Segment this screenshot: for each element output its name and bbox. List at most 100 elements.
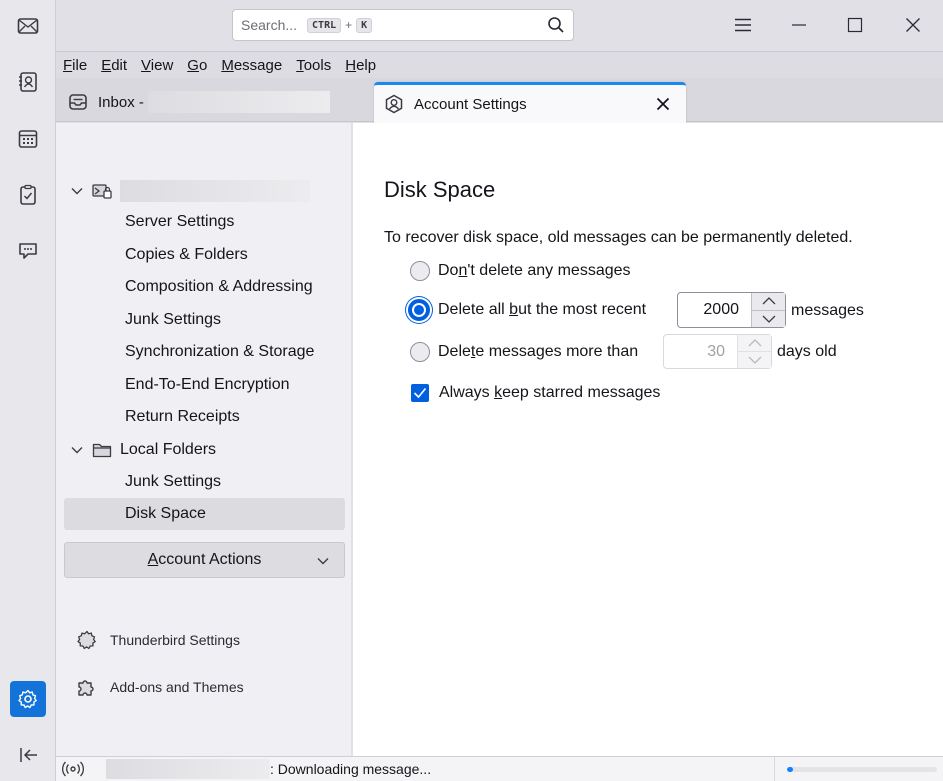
tree-item-composition-addressing[interactable]: Composition & Addressing: [64, 271, 345, 303]
days-old-suffix: days old: [777, 343, 837, 360]
gear-icon: [77, 630, 96, 650]
tab-account-settings-label: Account Settings: [414, 95, 527, 113]
settings-space-button[interactable]: [10, 681, 46, 717]
mail-space-button[interactable]: [10, 8, 46, 44]
menu-help[interactable]: Help: [345, 57, 376, 74]
tree-account[interactable]: [64, 175, 345, 207]
maximize-icon: [847, 17, 863, 33]
chevron-up-icon: [762, 297, 775, 305]
account-tree-sidebar: Server Settings Copies & Folders Composi…: [56, 123, 352, 756]
chevron-up-icon: [748, 339, 761, 347]
chevron-down-icon: [317, 558, 329, 565]
decrement-button[interactable]: [752, 310, 785, 327]
progress-fill: [787, 767, 793, 772]
hamburger-menu-icon: [735, 18, 751, 32]
keep-starred-label: Always keep starred messages: [439, 384, 661, 401]
tree-item-synchronization-storage[interactable]: Synchronization & Storage: [64, 336, 345, 368]
gear-icon: [18, 689, 37, 709]
tab-inbox-label: Inbox -: [98, 93, 144, 111]
spaces-toolbar: [0, 0, 56, 781]
progress-area: [774, 757, 943, 781]
radio-button[interactable]: [410, 261, 430, 281]
tasks-space-button[interactable]: [10, 177, 46, 213]
thunderbird-settings-label: Thunderbird Settings: [110, 632, 240, 648]
checkmark-icon: [413, 387, 427, 399]
thunderbird-settings-link[interactable]: Thunderbird Settings: [76, 627, 240, 653]
status-text: : Downloading message...: [270, 761, 432, 777]
disk-space-pane: Disk Space To recover disk space, old me…: [353, 123, 943, 756]
page-title: Disk Space: [384, 177, 496, 202]
chevron-down-icon[interactable]: [70, 184, 84, 198]
address-book-icon: [19, 72, 37, 92]
chevron-down-icon: [762, 315, 775, 323]
tree-item-server-settings[interactable]: Server Settings: [64, 206, 345, 238]
search-placeholder: Search...: [241, 17, 298, 33]
minimize-button[interactable]: [786, 12, 812, 38]
radio-button-checked[interactable]: [408, 299, 430, 321]
minimize-icon: [792, 24, 806, 26]
collapse-arrow-icon: [20, 748, 37, 762]
radio-dont-delete-label: Don't delete any messages: [438, 262, 631, 279]
decrement-button[interactable]: [738, 352, 771, 368]
close-window-button[interactable]: [900, 12, 926, 38]
menu-message[interactable]: Message: [221, 57, 282, 74]
tree-item-return-receipts[interactable]: Return Receipts: [64, 401, 345, 433]
shortcut-key-ctrl: CTRL: [307, 17, 342, 33]
menu-edit[interactable]: Edit: [101, 57, 127, 74]
shortcut-plus: +: [345, 18, 353, 32]
chat-space-button[interactable]: [10, 233, 46, 269]
tree-item-disk-space[interactable]: Disk Space: [64, 498, 345, 530]
search-icon[interactable]: [547, 16, 565, 34]
radio-delete-older-than[interactable]: Delete messages more than: [410, 342, 638, 362]
tree-item-local-junk-settings[interactable]: Junk Settings: [64, 466, 345, 498]
calendar-space-button[interactable]: [10, 121, 46, 157]
messages-suffix: messages: [791, 302, 864, 319]
close-tab-icon[interactable]: [656, 97, 670, 111]
menu-view[interactable]: View: [141, 57, 173, 74]
status-bar: : Downloading message...: [56, 756, 943, 781]
radio-dont-delete[interactable]: Don't delete any messages: [410, 261, 631, 281]
tree-item-copies-folders[interactable]: Copies & Folders: [64, 239, 345, 271]
tree-local-folders-label: Local Folders: [120, 441, 217, 458]
recent-messages-value: 2000: [703, 301, 739, 318]
menu-go[interactable]: Go: [187, 57, 207, 74]
address-book-space-button[interactable]: [10, 64, 46, 100]
search-input[interactable]: Search... CTRL + K: [232, 9, 574, 41]
tab-bar: Inbox - Account Settings: [56, 78, 943, 123]
chevron-down-icon[interactable]: [70, 443, 84, 457]
radio-delete-recent-label: Delete all but the most recent: [438, 301, 647, 318]
account-actions-button[interactable]: Account Actions: [64, 542, 345, 578]
tab-account-settings[interactable]: Account Settings: [374, 82, 686, 123]
calendar-icon: [18, 130, 38, 148]
tree-local-folders[interactable]: Local Folders: [64, 434, 345, 466]
menu-file[interactable]: File: [63, 57, 87, 74]
redacted-account-status: [106, 759, 270, 779]
shortcut-key-k: K: [356, 17, 373, 33]
tab-inbox[interactable]: Inbox -: [68, 82, 368, 122]
collapse-spaces-button[interactable]: [10, 737, 46, 773]
radio-button[interactable]: [410, 342, 430, 362]
addons-themes-link[interactable]: Add-ons and Themes: [76, 674, 244, 700]
mail-account-lock-icon: [92, 184, 112, 199]
days-old-input[interactable]: 30: [663, 334, 772, 369]
maximize-button[interactable]: [842, 12, 868, 38]
menu-bar: File Edit View Go Message Tools Help: [56, 52, 943, 78]
tree-item-end-to-end-encryption[interactable]: End-To-End Encryption: [64, 369, 345, 401]
thunderbird-window: Search... CTRL + K File Edit View Go Mes…: [0, 0, 943, 781]
checkbox-keep-starred[interactable]: Always keep starred messages: [411, 384, 660, 402]
mail-icon: [17, 18, 39, 34]
increment-button[interactable]: [738, 335, 771, 352]
tasks-icon: [20, 184, 36, 205]
close-icon: [906, 18, 920, 32]
tree-item-junk-settings[interactable]: Junk Settings: [64, 304, 345, 336]
online-status-icon[interactable]: [62, 761, 84, 777]
recent-messages-count-input[interactable]: 2000: [677, 292, 786, 328]
download-progress-bar: [787, 767, 937, 772]
app-menu-button[interactable]: [730, 12, 756, 38]
menu-tools[interactable]: Tools: [296, 57, 331, 74]
title-bar: Search... CTRL + K: [56, 0, 943, 52]
radio-delete-all-but-recent[interactable]: Delete all but the most recent: [408, 299, 646, 321]
checkbox-checked[interactable]: [411, 384, 429, 402]
increment-button[interactable]: [752, 293, 785, 311]
radio-delete-older-label: Delete messages more than: [438, 343, 639, 360]
